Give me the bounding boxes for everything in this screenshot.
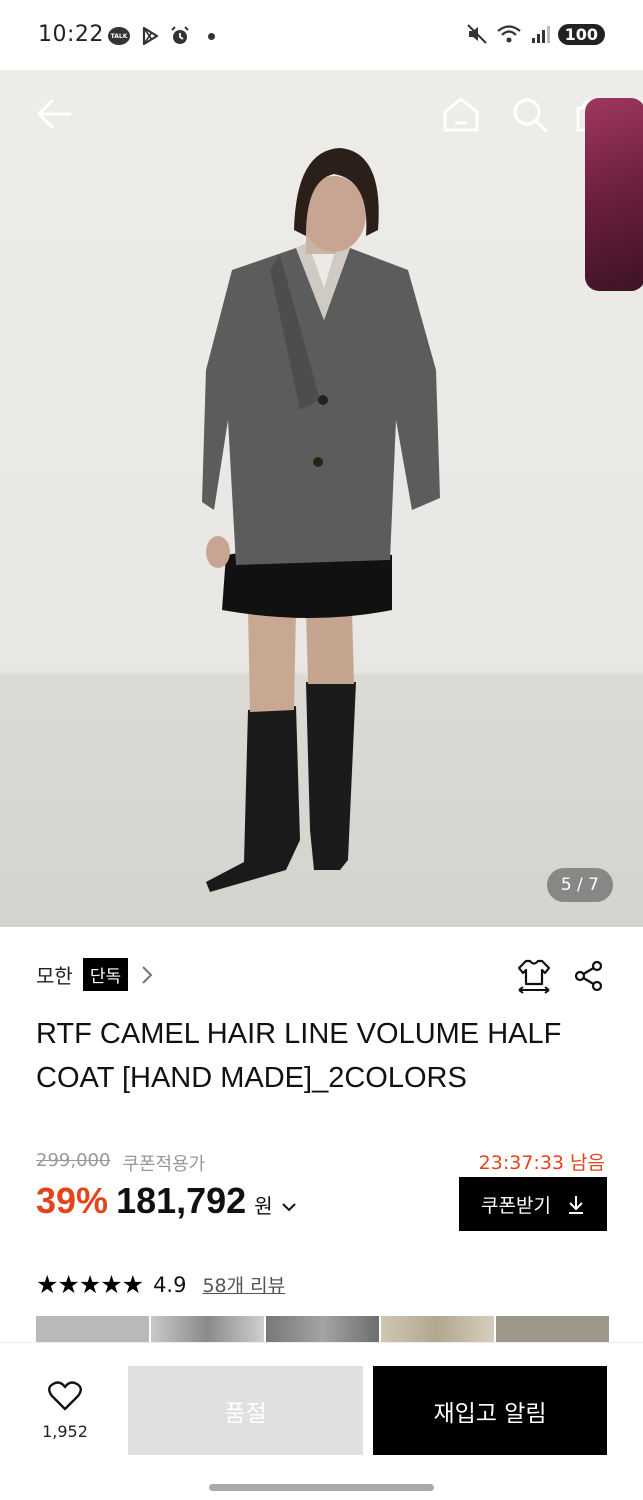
product-title: RTF CAMEL HAIR LINE VOLUME HALF COAT [HA…: [36, 1018, 562, 1094]
chevron-right-icon: [142, 965, 153, 984]
review-photo[interactable]: [36, 1316, 149, 1342]
wifi-icon: [496, 25, 521, 43]
home-icon[interactable]: [442, 96, 480, 132]
review-photo[interactable]: [151, 1316, 264, 1342]
notification-dot: [208, 32, 215, 40]
mute-icon: [466, 24, 487, 44]
sale-price: 181,792: [116, 1180, 247, 1221]
home-indicator: [209, 1484, 434, 1491]
rating-value: 4.9: [153, 1272, 187, 1297]
review-photo[interactable]: [496, 1316, 609, 1342]
signal-icon: [531, 26, 550, 43]
soldout-button[interactable]: 품절: [128, 1366, 363, 1455]
search-icon[interactable]: [511, 96, 549, 134]
status-time: 10:22: [38, 22, 104, 47]
review-photo-strip: [36, 1316, 609, 1342]
status-left-icons: TALK: [108, 26, 215, 46]
like-button[interactable]: 1,952: [34, 1380, 96, 1441]
share-icon[interactable]: [573, 960, 605, 992]
original-price: 299,000: [36, 1150, 111, 1171]
price-detail-toggle[interactable]: 39% 181,792 원: [36, 1180, 297, 1222]
play-store-icon: [142, 26, 159, 46]
review-count-link[interactable]: 58개 리뷰: [202, 1271, 285, 1298]
exclusive-badge: 단독: [82, 958, 129, 991]
discount-rate: 39%: [36, 1180, 109, 1221]
review-photo[interactable]: [266, 1316, 379, 1342]
chevron-down-icon: [281, 1203, 296, 1212]
sale-timer: 23:37:33 남음: [478, 1152, 605, 1174]
size-guide-icon[interactable]: [517, 958, 551, 994]
product-actions: [517, 958, 605, 994]
product-image-gallery[interactable]: 5 / 7: [0, 70, 643, 927]
status-right-icons: 100: [466, 23, 605, 45]
battery-indicator: 100: [557, 23, 605, 45]
like-count: 1,952: [42, 1422, 88, 1441]
floating-recommendation-thumbnail[interactable]: [585, 98, 643, 291]
get-coupon-label: 쿠폰받기: [481, 1194, 551, 1217]
rating-row: ★★★★★ 4.9 58개 리뷰: [36, 1270, 285, 1299]
review-photo[interactable]: [381, 1316, 494, 1342]
coupon-price-label: 쿠폰적용가: [122, 1154, 206, 1175]
brand-link[interactable]: 모한 단독: [36, 958, 154, 991]
heart-icon: [48, 1381, 82, 1411]
price-meta: 299,000 쿠폰적용가: [36, 1150, 205, 1176]
product-photo: [202, 148, 440, 892]
alarm-icon: [171, 26, 189, 44]
talk-icon: TALK: [108, 27, 130, 45]
star-rating-icon: ★★★★★: [36, 1270, 144, 1299]
image-pager: 5 / 7: [546, 868, 613, 902]
brand-name: 모한: [36, 964, 73, 988]
restock-alert-button[interactable]: 재입고 알림: [373, 1366, 607, 1455]
status-bar: 10:22 TALK 100: [0, 0, 643, 70]
download-icon: [568, 1196, 583, 1214]
back-arrow-icon[interactable]: [36, 96, 72, 132]
currency-label: 원: [254, 1194, 273, 1218]
get-coupon-button[interactable]: 쿠폰받기: [459, 1177, 607, 1231]
